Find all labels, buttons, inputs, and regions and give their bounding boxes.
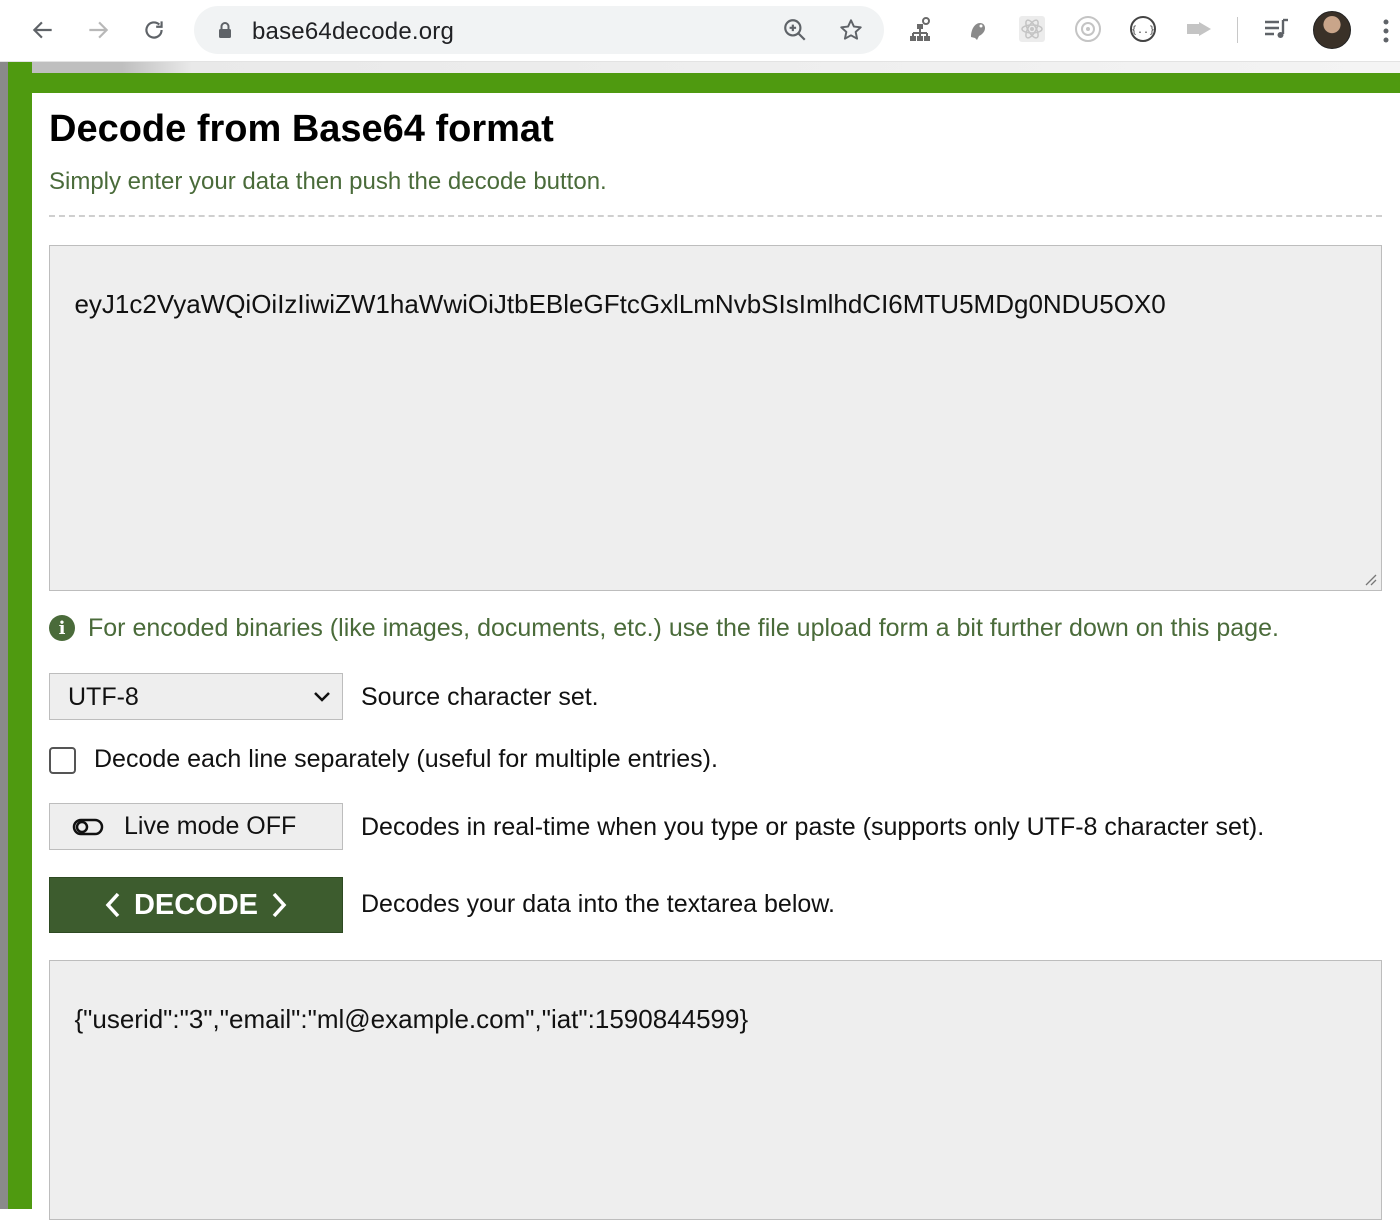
- divider: [49, 215, 1382, 217]
- input-text[interactable]: eyJ1c2VyaWQiOiIzIiwiZW1haWwiOiJtbEBleGFt…: [74, 289, 1165, 319]
- decoded-output-textarea[interactable]: {"userid":"3","email":"ml@example.com","…: [49, 960, 1382, 1220]
- media-playlist-icon[interactable]: [1261, 14, 1291, 44]
- brand-border-left: [8, 62, 32, 1209]
- page-title: Decode from Base64 format: [49, 108, 554, 150]
- decode-button[interactable]: DECODE: [49, 877, 343, 933]
- charset-selected-value[interactable]: UTF-8: [68, 683, 139, 711]
- chevron-left-icon: [105, 892, 120, 918]
- charset-select[interactable]: UTF-8: [49, 673, 343, 720]
- decode-description: Decodes your data into the textarea belo…: [361, 890, 835, 918]
- toolbar-separator: [1237, 17, 1238, 43]
- page-subtitle: Simply enter your data then push the dec…: [49, 168, 607, 195]
- base64-input-textarea[interactable]: eyJ1c2VyaWQiOiIzIiwiZW1haWwiOiJtbEBleGFt…: [49, 245, 1382, 591]
- extension-target-icon[interactable]: [1073, 14, 1103, 44]
- window-edge: [0, 62, 8, 1209]
- live-mode-description: Decodes in real-time when you type or pa…: [361, 813, 1265, 841]
- decode-lines-checkbox[interactable]: [49, 747, 76, 774]
- brand-border-top: [32, 73, 1400, 93]
- toggle-off-icon: [72, 818, 104, 835]
- url-text[interactable]: base64decode.org: [252, 18, 454, 46]
- extension-json-icon[interactable]: {..}: [1128, 14, 1158, 44]
- live-mode-label[interactable]: Live mode OFF: [124, 812, 296, 841]
- browser-toolbar: base64decode.org {..}: [0, 0, 1400, 62]
- live-mode-toggle-button[interactable]: Live mode OFF: [49, 803, 343, 850]
- extension-bird-icon[interactable]: [962, 14, 992, 44]
- extension-cast-icon[interactable]: [1184, 14, 1214, 44]
- chevron-right-icon: [272, 892, 287, 918]
- star-icon[interactable]: [838, 17, 864, 43]
- chevron-down-icon[interactable]: [312, 687, 332, 707]
- lock-icon[interactable]: [216, 21, 234, 39]
- info-icon: i: [49, 615, 75, 641]
- extension-network-icon[interactable]: [905, 14, 935, 44]
- resize-handle-icon[interactable]: [1363, 572, 1377, 586]
- info-notice: i For encoded binaries (like images, doc…: [49, 612, 1279, 644]
- address-bar[interactable]: base64decode.org: [194, 6, 884, 54]
- reload-icon[interactable]: [136, 12, 172, 48]
- avatar[interactable]: [1313, 11, 1351, 49]
- extension-react-icon[interactable]: [1017, 14, 1047, 44]
- zoom-icon[interactable]: [782, 17, 808, 43]
- info-text: For encoded binaries (like images, docum…: [88, 613, 1279, 642]
- forward-arrow-icon[interactable]: [80, 12, 116, 48]
- decode-button-label[interactable]: DECODE: [134, 889, 258, 922]
- back-arrow-icon[interactable]: [25, 12, 61, 48]
- site-header-strip: [32, 62, 1400, 73]
- svg-text:{..}: {..}: [1131, 25, 1155, 36]
- decode-lines-label[interactable]: Decode each line separately (useful for …: [94, 745, 718, 774]
- output-text[interactable]: {"userid":"3","email":"ml@example.com","…: [74, 1004, 748, 1034]
- charset-label: Source character set.: [361, 683, 599, 711]
- kebab-menu-icon[interactable]: [1376, 16, 1396, 46]
